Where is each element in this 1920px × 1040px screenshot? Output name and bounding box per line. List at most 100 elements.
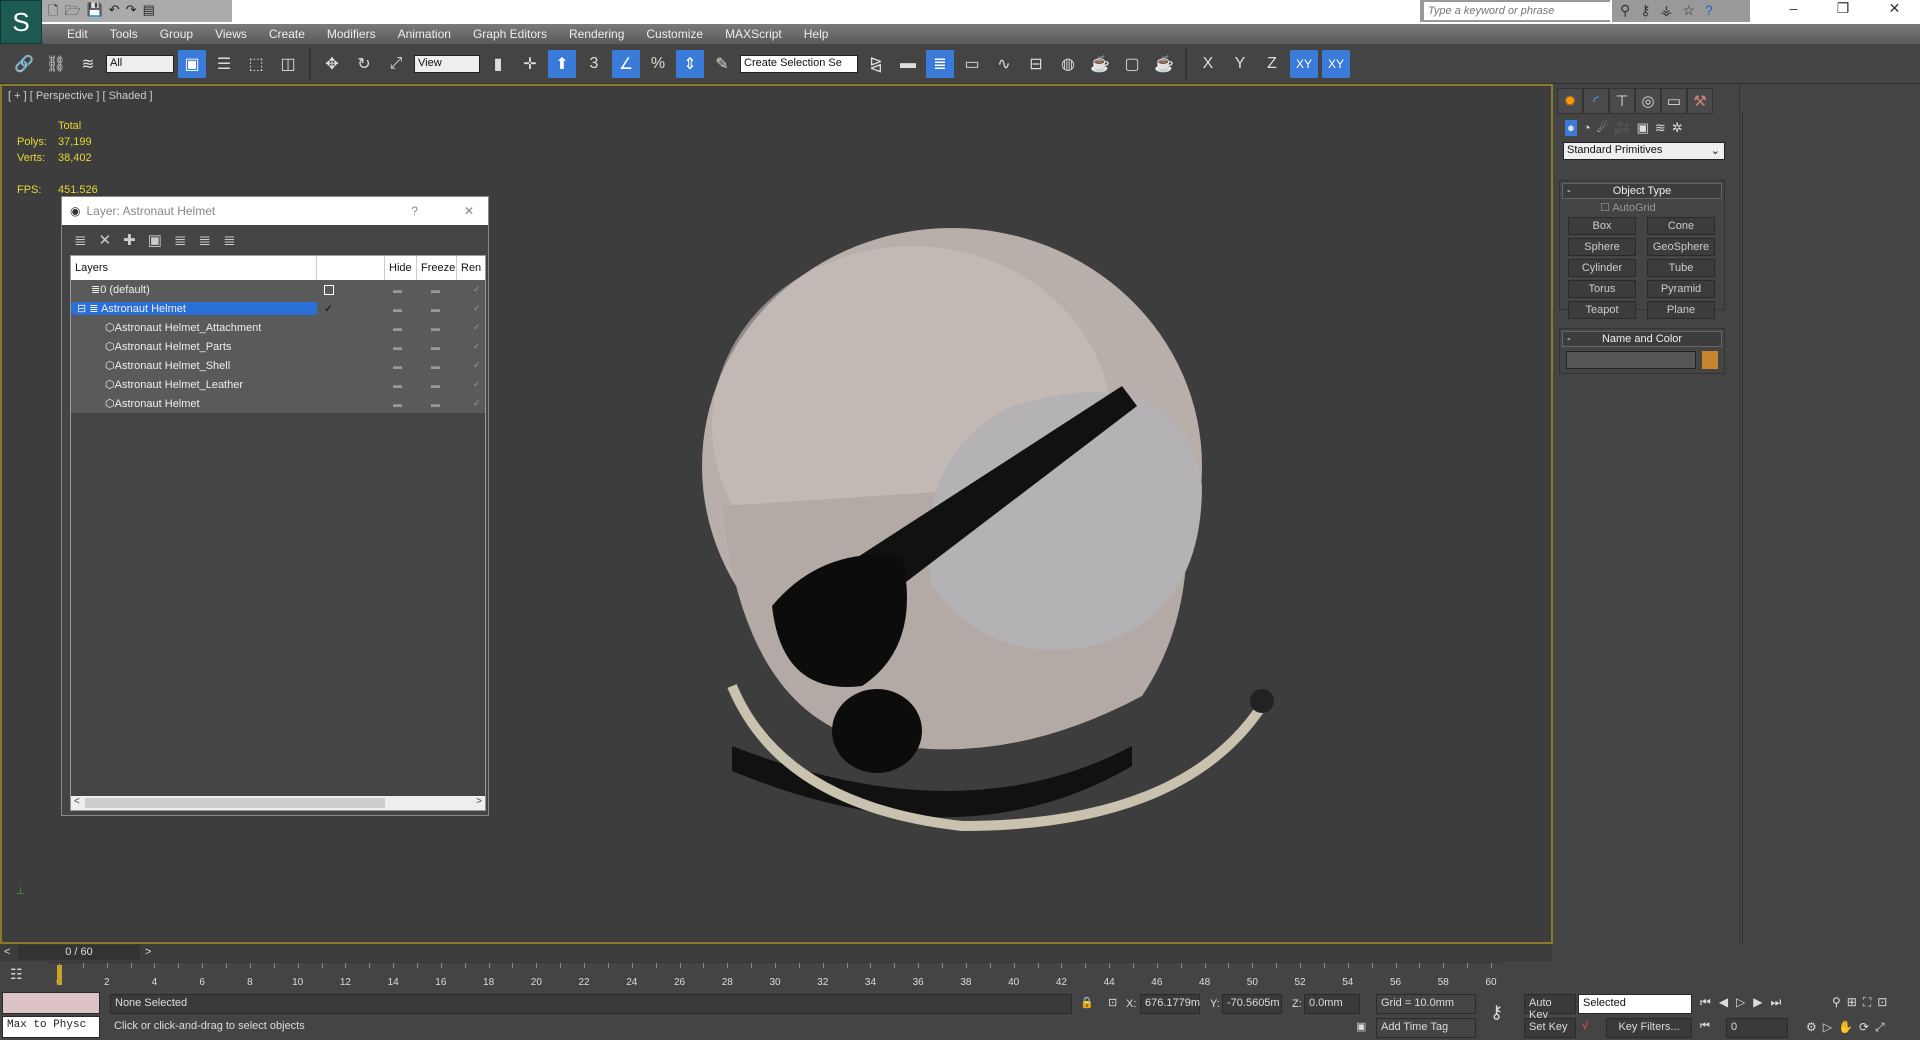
- select-object-icon[interactable]: ▣: [178, 49, 206, 78]
- rollout-header[interactable]: - Object Type: [1562, 183, 1722, 199]
- viewport-label[interactable]: [ + ] [ Perspective ] [ Shaded ]: [8, 90, 153, 102]
- restore-icon[interactable]: ❐: [1837, 0, 1850, 22]
- box-button[interactable]: Box: [1568, 217, 1636, 235]
- table-row[interactable]: ≣ 0 (default) ▬ ▬ ✓: [71, 280, 485, 299]
- render-production-icon[interactable]: ☕: [1150, 50, 1178, 78]
- menu-help[interactable]: Help: [793, 24, 840, 44]
- selection-filter-dropdown[interactable]: All: [106, 54, 174, 73]
- key-mode-dropdown[interactable]: Selected: [1578, 994, 1692, 1014]
- edit-named-selection-icon[interactable]: ✎: [708, 50, 736, 78]
- material-editor-icon[interactable]: ◍: [1054, 50, 1082, 78]
- lights-icon[interactable]: ☄: [1597, 120, 1609, 136]
- col-freeze[interactable]: Freeze: [417, 256, 457, 280]
- create-tab-icon[interactable]: ✹: [1557, 88, 1583, 114]
- hide-all-icon[interactable]: ≣: [223, 231, 236, 249]
- menu-group[interactable]: Group: [149, 24, 204, 44]
- teapot-button[interactable]: Teapot: [1568, 301, 1636, 319]
- cameras-icon[interactable]: 🎥: [1614, 120, 1630, 136]
- new-layer-icon[interactable]: ≣: [74, 231, 87, 249]
- scroll-right-icon[interactable]: >: [476, 796, 482, 807]
- axis-x-button[interactable]: X: [1194, 50, 1222, 78]
- set-key-button[interactable]: Set Key: [1524, 1018, 1576, 1038]
- scale-icon[interactable]: ⤢: [382, 50, 410, 78]
- time-config-icon[interactable]: ⚙: [1806, 1020, 1817, 1035]
- utilities-tab-icon[interactable]: ⚒: [1687, 88, 1713, 114]
- named-selection-dropdown[interactable]: Create Selection Se: [740, 54, 858, 73]
- x-coord-field[interactable]: 676.1779m: [1140, 994, 1200, 1014]
- mirror-icon[interactable]: ⧎: [862, 50, 890, 78]
- link-icon[interactable]: 🔗: [10, 50, 38, 78]
- prev-key-icon[interactable]: ◀: [1719, 995, 1728, 1010]
- angle-snap-icon[interactable]: ∠: [612, 49, 640, 78]
- go-to-end-icon[interactable]: ⏭: [1771, 995, 1782, 1010]
- add-to-layer-icon[interactable]: ✚: [123, 231, 136, 249]
- unlink-icon[interactable]: ⛓: [42, 50, 70, 78]
- menu-edit[interactable]: Edit: [56, 24, 99, 44]
- scroll-left-icon[interactable]: <: [74, 796, 80, 807]
- orbit-icon[interactable]: ⟳: [1859, 1020, 1869, 1035]
- keyboard-shortcut-override-icon[interactable]: ⬆: [548, 49, 576, 78]
- table-row[interactable]: ⬡ Astronaut Helmet_Attachment ▬ ▬ ✓: [71, 318, 485, 337]
- window-crossing-icon[interactable]: ◫: [274, 50, 302, 78]
- key-icon[interactable]: ⚷: [1640, 2, 1650, 20]
- satellite-icon[interactable]: ⚶: [1661, 2, 1673, 20]
- menu-rendering[interactable]: Rendering: [558, 24, 635, 44]
- menu-customize[interactable]: Customize: [635, 24, 714, 44]
- scene-explorer-icon[interactable]: ▭: [958, 50, 986, 78]
- add-time-tag[interactable]: Add Time Tag: [1376, 1018, 1476, 1038]
- go-to-start-icon[interactable]: ⏮: [1700, 995, 1711, 1010]
- open-file-icon[interactable]: 🗁: [64, 2, 80, 20]
- bind-space-warp-icon[interactable]: ≋: [74, 50, 102, 78]
- minimize-icon[interactable]: –: [1790, 0, 1798, 22]
- prev-frame-icon[interactable]: <: [4, 946, 10, 958]
- motion-tab-icon[interactable]: ◎: [1635, 88, 1661, 114]
- geosphere-button[interactable]: GeoSphere: [1647, 238, 1715, 256]
- z-coord-field[interactable]: 0.0mm: [1304, 994, 1360, 1014]
- cone-button[interactable]: Cone: [1647, 217, 1715, 235]
- spinner-snap-icon[interactable]: ⇕: [676, 49, 704, 78]
- script-listener-top[interactable]: [2, 992, 100, 1014]
- rotate-icon[interactable]: ↻: [350, 50, 378, 78]
- rendered-frame-window-icon[interactable]: ▢: [1118, 50, 1146, 78]
- helmet-model[interactable]: [662, 226, 1302, 866]
- spacewarps-icon[interactable]: ≋: [1655, 120, 1666, 136]
- set-key-mode-icon[interactable]: ⚷: [1490, 1002, 1503, 1023]
- pyramid-button[interactable]: Pyramid: [1647, 280, 1715, 298]
- delete-layer-icon[interactable]: ✕: [99, 231, 112, 249]
- col-render[interactable]: Ren: [457, 256, 485, 280]
- select-layers-icon[interactable]: ≣: [174, 231, 187, 249]
- snaps-toggle-icon[interactable]: 3: [580, 50, 608, 78]
- manipulate-icon[interactable]: ✛: [516, 50, 544, 78]
- axis-xy-button[interactable]: XY: [1290, 49, 1318, 78]
- display-tab-icon[interactable]: ▭: [1661, 88, 1687, 114]
- app-logo-button[interactable]: S: [0, 0, 42, 44]
- current-checkbox[interactable]: [324, 284, 334, 295]
- geometry-icon[interactable]: ●: [1565, 120, 1577, 136]
- close-icon[interactable]: ✕: [1889, 0, 1901, 22]
- table-row[interactable]: ⬡ Astronaut Helmet_Leather ▬ ▬ ✓: [71, 375, 485, 394]
- dialog-title-bar[interactable]: ◉ Layer: Astronaut Helmet ? ✕: [62, 197, 488, 225]
- col-current[interactable]: [317, 256, 385, 280]
- col-layers[interactable]: Layers: [71, 256, 317, 280]
- select-objects-icon[interactable]: ▣: [148, 231, 162, 249]
- key-tangent-icon[interactable]: √: [1582, 1020, 1588, 1032]
- object-color-swatch[interactable]: [1702, 351, 1718, 369]
- move-icon[interactable]: ✥: [318, 50, 346, 78]
- next-frame-icon[interactable]: >: [145, 946, 151, 958]
- current-frame-marker[interactable]: [57, 965, 62, 985]
- curve-editor-toggle-icon[interactable]: ☷: [10, 966, 23, 983]
- align-icon[interactable]: ▬: [894, 50, 922, 78]
- rect-selection-icon[interactable]: ⬚: [242, 50, 270, 78]
- axis-xy-snap-button[interactable]: XY: [1322, 49, 1350, 78]
- menu-animation[interactable]: Animation: [387, 24, 462, 44]
- cylinder-button[interactable]: Cylinder: [1568, 259, 1636, 277]
- absolute-mode-icon[interactable]: ⊡: [1108, 996, 1117, 1009]
- play-icon[interactable]: ▷: [1736, 995, 1745, 1010]
- curve-editor-icon[interactable]: ∿: [990, 50, 1018, 78]
- highlight-layer-icon[interactable]: ≣: [199, 231, 212, 249]
- systems-icon[interactable]: ✲: [1672, 120, 1683, 136]
- col-hide[interactable]: Hide: [385, 256, 417, 280]
- close-button[interactable]: ✕: [464, 204, 474, 218]
- percent-snap-icon[interactable]: %: [644, 50, 672, 78]
- pan-icon[interactable]: ✋: [1838, 1020, 1853, 1035]
